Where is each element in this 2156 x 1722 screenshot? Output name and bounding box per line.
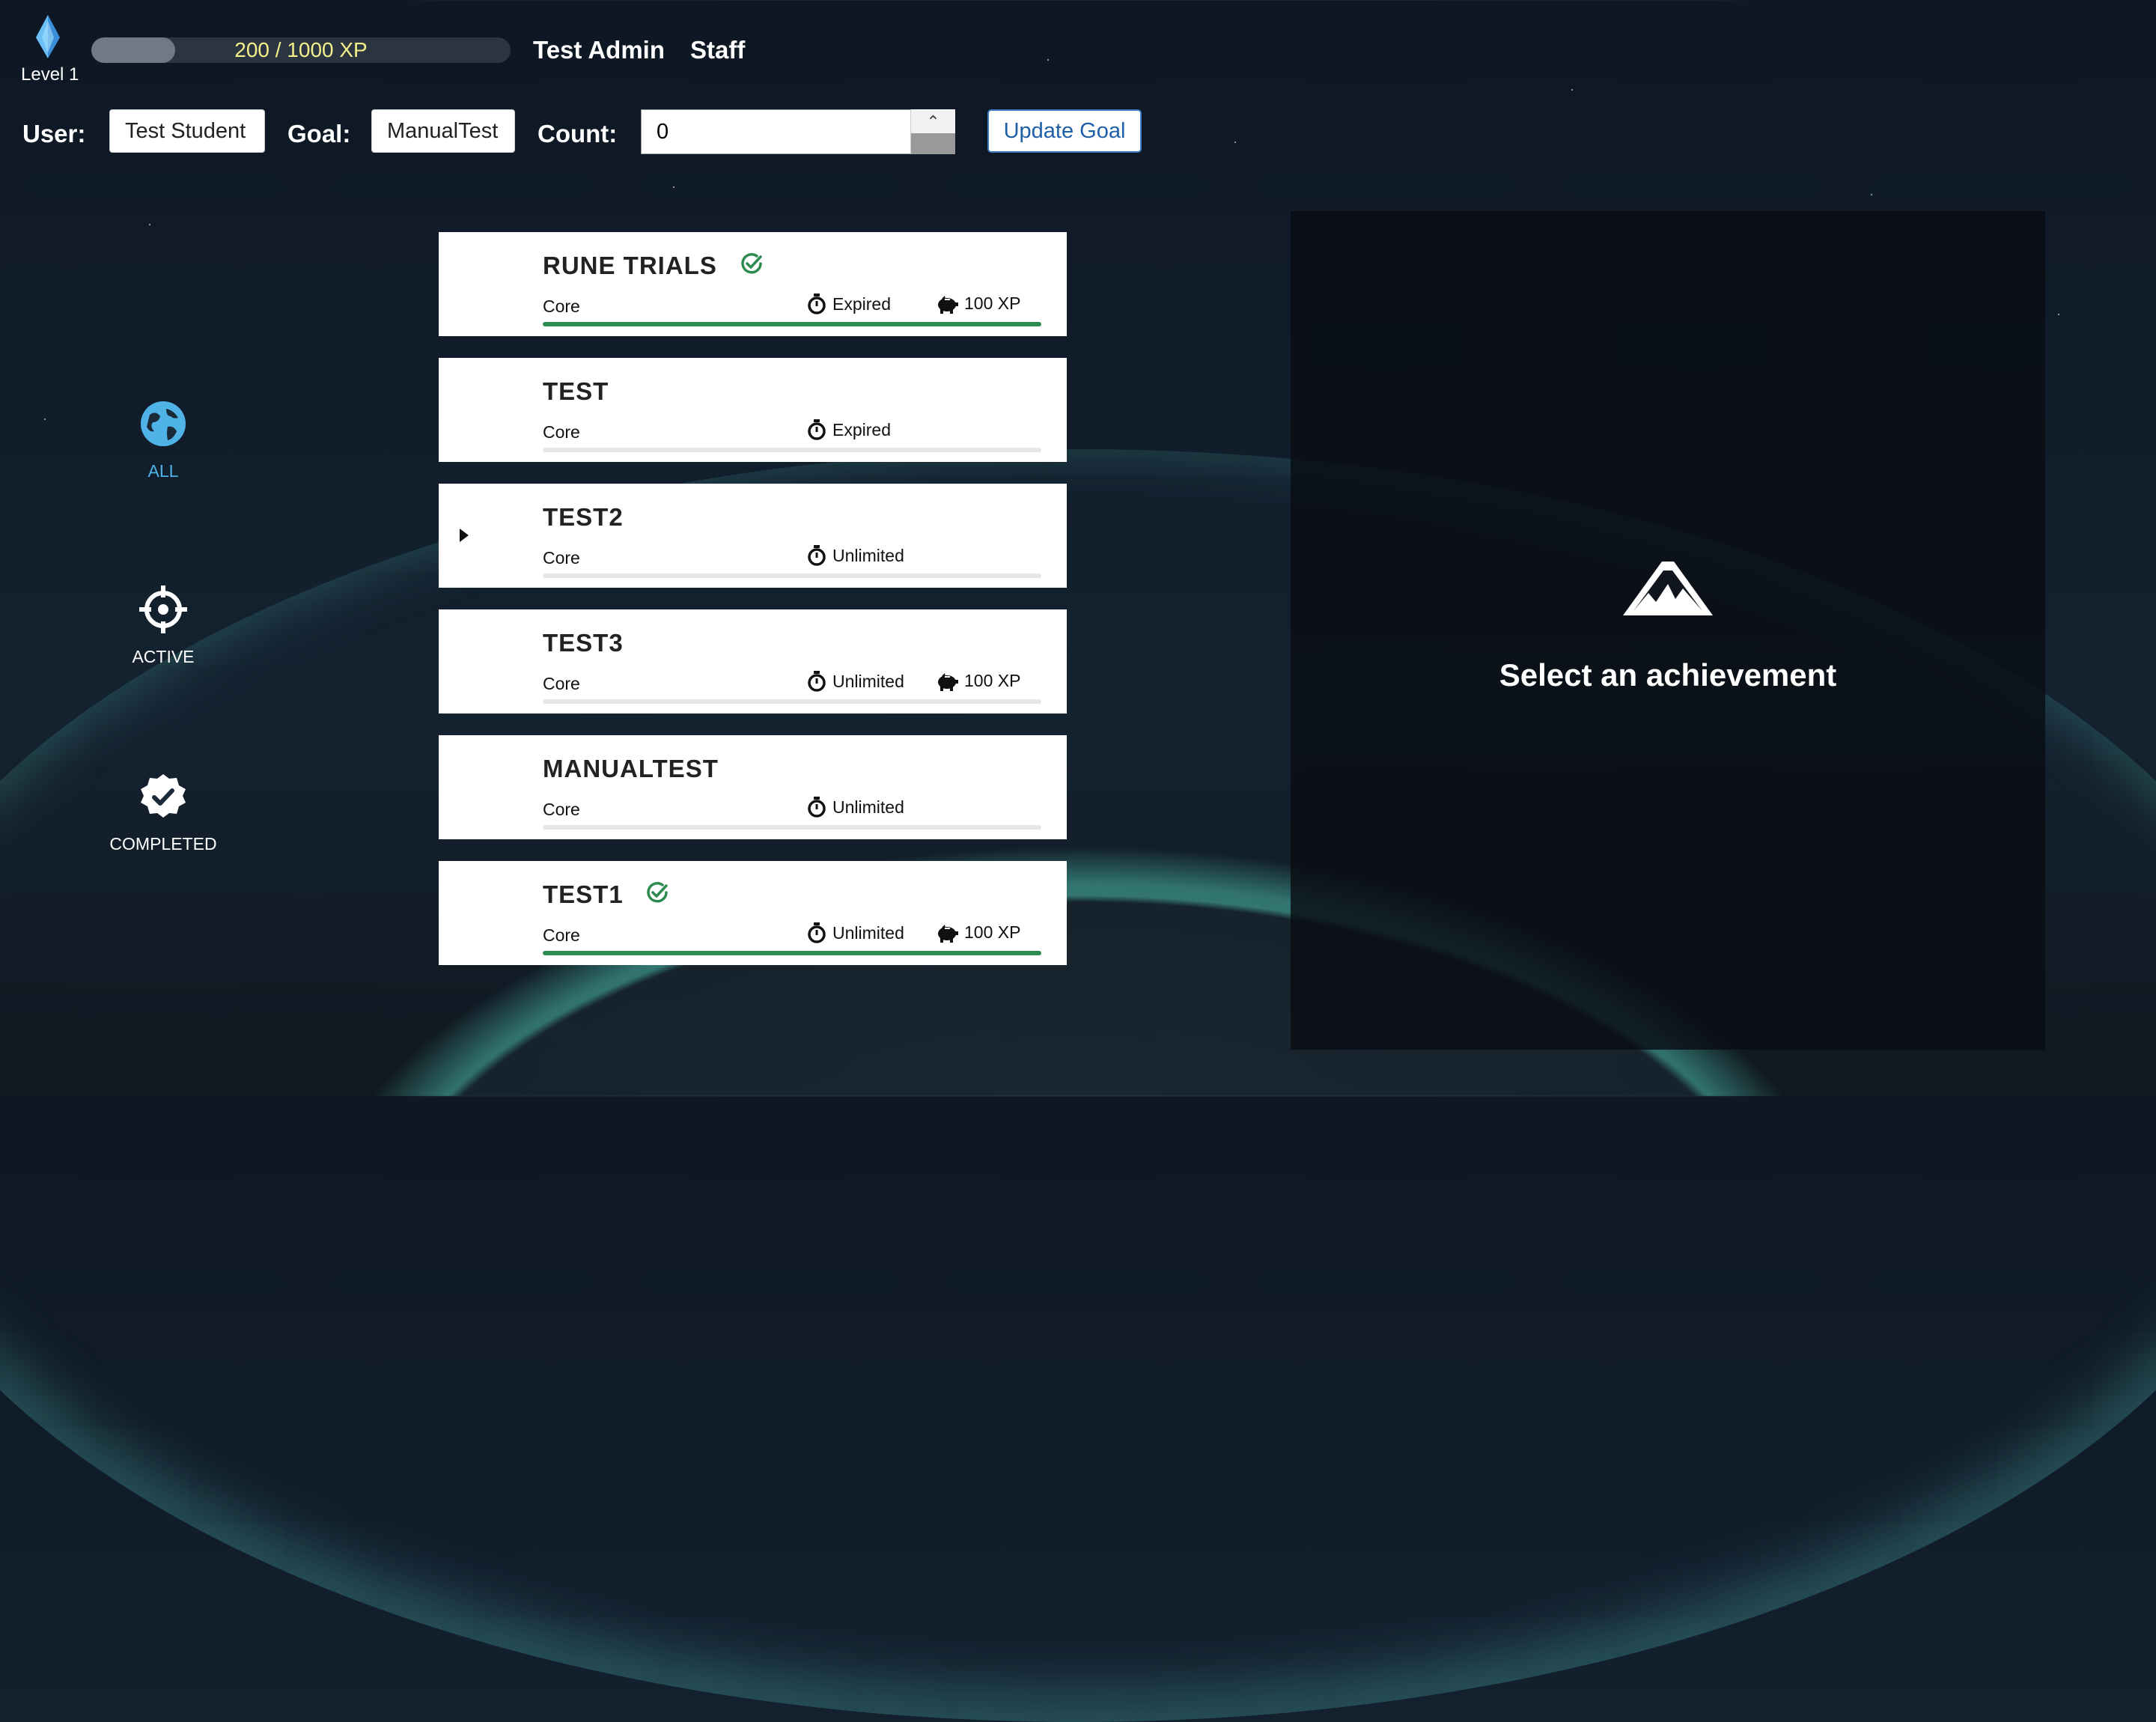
goal-select[interactable]: ManualTest: [371, 109, 515, 153]
achievement-timer: Expired: [807, 293, 891, 314]
achievement-card[interactable]: TEST1 Core Unlimited 100 XP: [439, 861, 1067, 965]
xp-progress-text: 200 / 1000 XP: [234, 38, 368, 61]
achievement-progress-bar: [543, 322, 1041, 326]
stopwatch-icon: [808, 419, 826, 440]
user-label: User:: [22, 120, 86, 147]
achievement-category: Core: [543, 548, 580, 568]
sidebar-item-all[interactable]: ALL: [97, 400, 229, 481]
achievement-timer: Unlimited: [807, 545, 904, 566]
count-stepper[interactable]: ⌃: [910, 109, 955, 154]
achievement-card[interactable]: RUNE TRIALS Core Expired 100 XP: [439, 232, 1067, 336]
level-label: Level 1: [21, 64, 79, 85]
user-select[interactable]: Test Student: [109, 109, 265, 153]
check-badge-icon: [141, 774, 186, 818]
sidebar-item-completed[interactable]: COMPLETED: [97, 773, 229, 854]
current-user-role: Staff: [690, 36, 746, 64]
achievement-xp: 100 XP: [936, 922, 1020, 943]
timer-label: Expired: [832, 419, 891, 439]
achievement-title: TEST1: [543, 880, 624, 908]
achievement-card[interactable]: TEST2 Core Unlimited: [439, 484, 1067, 588]
achievement-title: TEST2: [543, 503, 624, 531]
achievement-category: Core: [543, 674, 580, 693]
piggy-bank-icon: [938, 924, 958, 943]
achievement-category: Core: [543, 296, 580, 316]
achievement-progress-bar: [543, 574, 1041, 578]
select-achievement-prompt: Select an achievement: [1499, 657, 1837, 693]
stopwatch-icon: [808, 671, 826, 692]
xp-progress-bar: 200 / 1000 XP: [91, 37, 511, 63]
sidebar-item-label: ALL: [147, 461, 179, 481]
stopwatch-icon: [808, 922, 826, 943]
achievement-card[interactable]: MANUALTEST Core Unlimited: [439, 735, 1067, 839]
achievement-category: Core: [543, 800, 580, 819]
level-crystal-icon: [36, 15, 60, 58]
achievement-title: TEST: [543, 377, 609, 405]
goal-label: Goal:: [287, 120, 351, 147]
xp-reward-label: 100 XP: [964, 293, 1021, 313]
achievement-card[interactable]: TEST Core Expired: [439, 358, 1067, 462]
achievement-timer: Unlimited: [807, 671, 904, 692]
achievement-title: RUNE TRIALS: [543, 252, 717, 279]
timer-label: Unlimited: [832, 545, 904, 565]
chevron-up-icon[interactable]: ⌃: [911, 112, 955, 132]
achievement-progress-bar: [543, 448, 1041, 452]
sidebar-item-label: COMPLETED: [109, 834, 217, 854]
crosshair-icon: [139, 585, 187, 633]
count-label: Count:: [538, 120, 618, 147]
achievement-title: MANUALTEST: [543, 755, 719, 782]
achievement-title: TEST3: [543, 629, 624, 657]
achievement-progress-bar: [543, 951, 1041, 955]
achievement-progress-bar: [543, 825, 1041, 830]
completed-check-icon: [647, 882, 668, 903]
achievement-timer: Expired: [807, 419, 891, 440]
piggy-bank-icon: [938, 295, 958, 314]
achievement-xp: 100 XP: [936, 293, 1020, 314]
stepper-down-button[interactable]: [911, 133, 955, 154]
achievement-progress-bar: [543, 699, 1041, 704]
completed-check-icon: [741, 253, 762, 274]
achievement-timer: Unlimited: [807, 797, 904, 818]
timer-label: Unlimited: [832, 671, 904, 691]
xp-reward-label: 100 XP: [964, 671, 1021, 690]
stopwatch-icon: [808, 293, 826, 314]
timer-label: Expired: [832, 293, 891, 314]
sidebar-item-active[interactable]: ACTIVE: [97, 585, 229, 667]
xp-reward-label: 100 XP: [964, 922, 1021, 942]
timer-label: Unlimited: [832, 922, 904, 943]
expand-arrow-icon[interactable]: [460, 529, 469, 542]
stopwatch-icon: [808, 545, 826, 566]
achievement-card[interactable]: TEST3 Core Unlimited 100 XP: [439, 609, 1067, 714]
piggy-bank-icon: [938, 672, 958, 691]
achievement-progress-fill: [543, 951, 1041, 955]
timer-label: Unlimited: [832, 797, 904, 817]
achievement-category: Core: [543, 925, 580, 945]
update-goal-button[interactable]: Update Goal: [987, 109, 1142, 153]
current-user-name: Test Admin: [533, 36, 666, 64]
mountain-icon: [1623, 562, 1713, 615]
achievement-category: Core: [543, 422, 580, 442]
stopwatch-icon: [808, 797, 826, 818]
count-input[interactable]: 0: [641, 109, 955, 154]
sidebar-item-label: ACTIVE: [132, 647, 195, 666]
globe-icon: [141, 401, 186, 446]
achievement-detail-panel: Select an achievement: [1291, 211, 2045, 1050]
achievement-xp: 100 XP: [936, 671, 1020, 691]
achievement-timer: Unlimited: [807, 922, 904, 943]
achievement-progress-fill: [543, 322, 1041, 326]
